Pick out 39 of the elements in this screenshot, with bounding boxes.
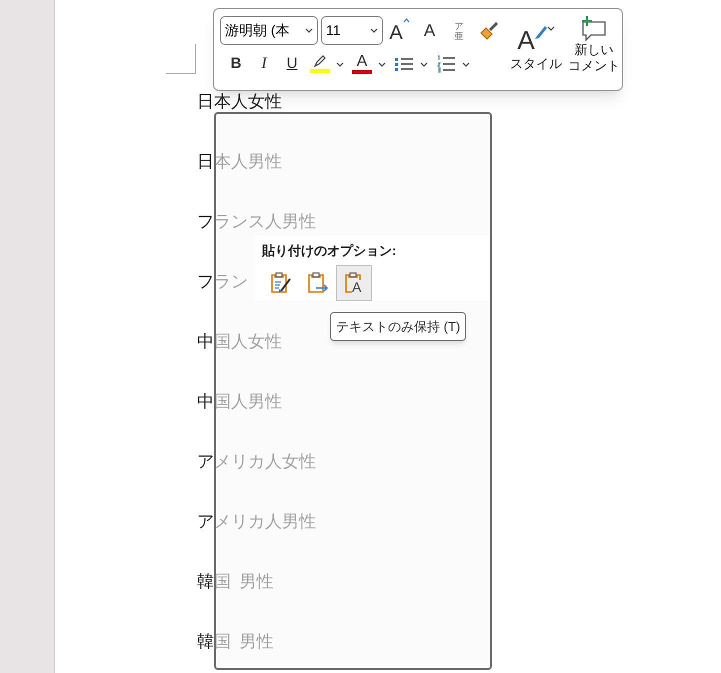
grow-font-button[interactable]: A	[386, 16, 413, 44]
pen-icon	[312, 55, 328, 69]
caret-icon	[462, 62, 470, 66]
phonetic-guide-button[interactable]: ア亜	[446, 16, 472, 44]
document-line: 日本人女性	[197, 91, 282, 113]
comment-label: 新しい	[574, 42, 614, 58]
paste-option-button[interactable]: A	[336, 264, 372, 300]
caret-icon	[378, 62, 386, 66]
caret-icon	[336, 62, 344, 66]
document-line: 日本人男性	[197, 151, 282, 173]
up-caret-icon	[402, 18, 410, 22]
italic-button[interactable]: I	[252, 51, 276, 77]
brush-icon	[534, 26, 547, 40]
margin-corner-mark	[166, 44, 196, 74]
letter-a: A	[352, 280, 362, 294]
clipboard-arrow-icon	[305, 270, 329, 294]
underline-button[interactable]: U	[280, 51, 304, 77]
font-dropdown[interactable]: 游明朝 (本	[220, 16, 318, 45]
comment-label: コメント	[568, 58, 620, 74]
bulleted-list-icon	[394, 56, 414, 72]
paintbrush-icon	[479, 20, 499, 40]
caret-icon	[305, 28, 313, 33]
caret-icon	[370, 28, 378, 33]
document-line: フラン	[197, 271, 248, 293]
bold-button[interactable]: B	[224, 51, 248, 77]
font-color-button[interactable]: A	[350, 51, 388, 77]
numbered-list-icon	[436, 55, 456, 73]
tooltip: テキストのみ保持 (T)	[330, 312, 466, 341]
clipboard-brush-icon	[268, 270, 292, 294]
caret-icon	[420, 62, 428, 66]
document-line: アメリカ人男性	[197, 511, 316, 533]
document-line: アメリカ人女性	[197, 451, 316, 473]
caret-icon	[546, 26, 555, 31]
paste-options-title: 貼り付けのオプション:	[262, 242, 398, 260]
new-comment-button[interactable]: 新しい コメント	[569, 16, 619, 83]
shrink-font-button[interactable]: A	[416, 16, 443, 44]
styles-button[interactable]: A スタイル	[511, 16, 561, 83]
font-size-dropdown[interactable]: 11	[321, 16, 383, 45]
document-line: フランス人男性	[197, 211, 316, 233]
